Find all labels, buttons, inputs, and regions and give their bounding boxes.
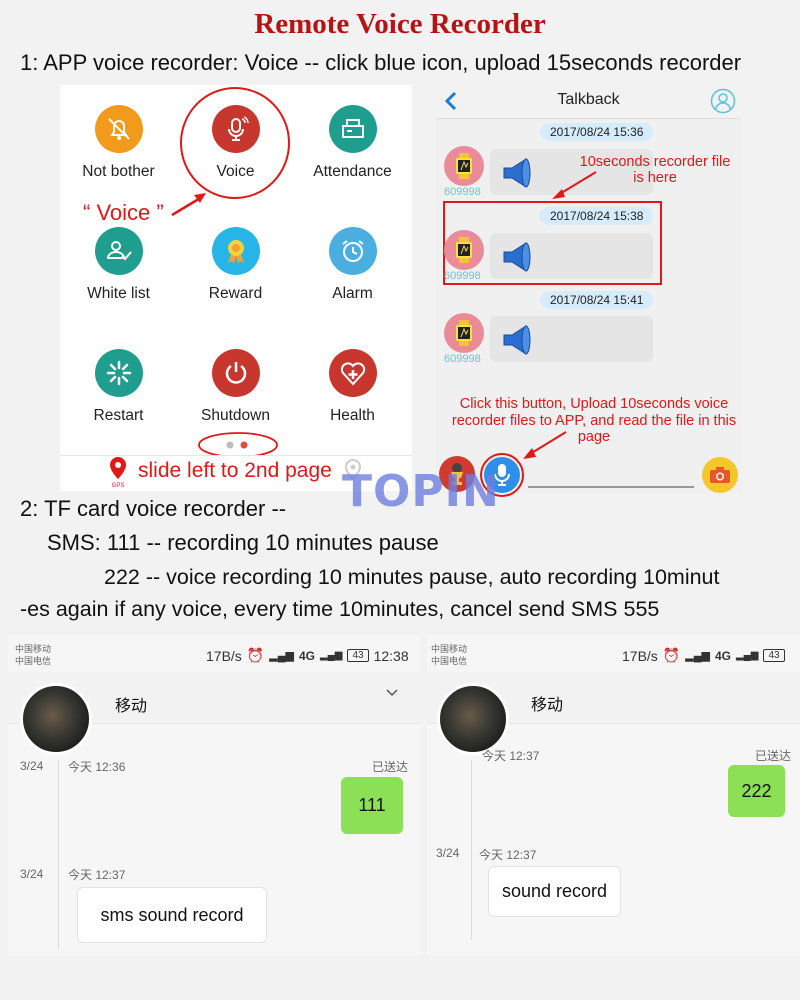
timeline-line — [471, 760, 472, 940]
message-time: 今天 12:37 — [479, 848, 537, 862]
voice-message-bubble[interactable] — [490, 233, 653, 279]
chevron-down-icon[interactable] — [385, 688, 399, 698]
voice-highlight-circle — [180, 87, 290, 199]
talkback-title: Talkback — [557, 91, 620, 108]
carrier-1: 中国移动 — [15, 644, 52, 654]
message-time: 今天 12:36 — [68, 760, 126, 774]
watch-avatar-icon — [444, 230, 484, 270]
network-type: 4G — [714, 648, 731, 663]
speaker-icon — [503, 325, 531, 355]
page-indicator-highlight — [198, 432, 278, 458]
sender-id: 609998 — [444, 353, 481, 365]
signal-icon: ▂▄▆ — [269, 650, 294, 662]
sender-id: 609998 — [444, 270, 481, 282]
sender-id: 609998 — [444, 186, 481, 198]
speaker-icon — [503, 242, 531, 272]
gps-tab[interactable]: GPS — [108, 457, 128, 489]
carrier-labels: 中国移动 中国电信 — [15, 643, 51, 667]
page-title: Remote Voice Recorder — [254, 8, 546, 40]
message-timestamp: 2017/08/24 15:41 — [540, 291, 654, 309]
signal-icon: ▂▄▆ — [685, 650, 710, 662]
alarm-icon: ⏰ — [246, 647, 265, 663]
received-message-bubble[interactable]: sound record — [488, 866, 621, 917]
button-annotation: Click this button, Upload 10seconds voic… — [451, 396, 737, 445]
sent-message-bubble[interactable]: 111 — [341, 777, 403, 834]
voice-arrow — [171, 195, 203, 217]
message-row: 609998 — [444, 146, 484, 198]
section2-line1: 2: TF card voice recorder -- — [20, 496, 287, 521]
carrier-1: 中国移动 — [431, 644, 468, 654]
contact-name: 移动 — [531, 697, 564, 714]
status-bar: 17B/s ⏰ ▂▄▆ 4G ▂▄▆ 43 — [622, 647, 785, 664]
contact-avatar[interactable] — [437, 683, 509, 755]
signal-icon-2: ▂▄▆ — [319, 650, 343, 661]
delivered-status: 已送达 — [372, 760, 409, 774]
battery-icon: 43 — [763, 649, 785, 662]
message-row: 609998 — [444, 230, 484, 282]
section1-heading: 1: APP voice recorder: Voice -- click bl… — [20, 50, 742, 75]
battery-icon: 43 — [347, 649, 369, 662]
message-row: 609998 — [444, 313, 484, 365]
message-timestamp: 2017/08/24 15:36 — [540, 123, 654, 141]
file-annotation-arrow — [552, 171, 597, 199]
button-annotation-arrow — [523, 431, 567, 459]
timeline-line — [58, 760, 59, 950]
speaker-icon — [503, 158, 531, 188]
message-date: 3/24 — [20, 867, 44, 881]
delivered-status: 已送达 — [755, 749, 792, 763]
network-speed: 17B/s — [622, 647, 658, 664]
signal-icon-2: ▂▄▆ — [735, 650, 759, 661]
received-message-bubble[interactable]: sms sound record — [77, 887, 267, 943]
location-pin-icon — [110, 457, 126, 479]
topin-watermark: TOPIN — [342, 466, 500, 517]
message-timestamp: 2017/08/24 15:38 — [540, 207, 654, 225]
camera-icon — [710, 467, 730, 483]
network-speed: 17B/s — [206, 647, 242, 664]
voice-annotation-overlay — [171, 87, 290, 458]
carrier-labels: 中国移动 中国电信 — [431, 643, 467, 667]
carrier-2: 中国电信 — [15, 656, 52, 666]
alarm-icon: ⏰ — [662, 647, 681, 663]
contact-avatar[interactable] — [20, 683, 92, 755]
gps-label: GPS — [111, 483, 125, 489]
message-time: 今天 12:37 — [68, 868, 126, 882]
page-dot-1 — [226, 441, 234, 449]
carrier-2: 中国电信 — [431, 656, 468, 666]
voice-message-bubble[interactable] — [490, 316, 653, 362]
network-type: 4G — [298, 648, 315, 663]
section2-line2: SMS: 111 -- recording 10 minutes pause — [47, 530, 439, 555]
clock: 12:38 — [373, 647, 409, 664]
status-bar: 17B/s ⏰ ▂▄▆ 4G ▂▄▆ 43 12:38 — [206, 647, 409, 664]
input-underline[interactable] — [528, 486, 694, 488]
message-date: 3/24 — [20, 759, 44, 773]
profile-icon[interactable] — [710, 88, 736, 114]
message-date: 3/24 — [436, 846, 460, 860]
contact-name: 移动 — [115, 698, 148, 715]
watch-avatar-icon — [444, 146, 484, 186]
message-time: 今天 12:37 — [482, 749, 540, 763]
section2-line3: 222 -- voice recording 10 minutes pause,… — [104, 565, 720, 589]
section2-line4: -es again if any voice, every time 10min… — [20, 597, 660, 621]
sent-message-bubble[interactable]: 222 — [728, 765, 785, 817]
slide-annotation: slide left to 2nd page — [138, 459, 332, 482]
watch-avatar-icon — [444, 313, 484, 353]
camera-button[interactable] — [702, 457, 738, 493]
page-dot-2 — [240, 441, 248, 449]
voice-annotation: “ Voice ” — [83, 200, 164, 225]
